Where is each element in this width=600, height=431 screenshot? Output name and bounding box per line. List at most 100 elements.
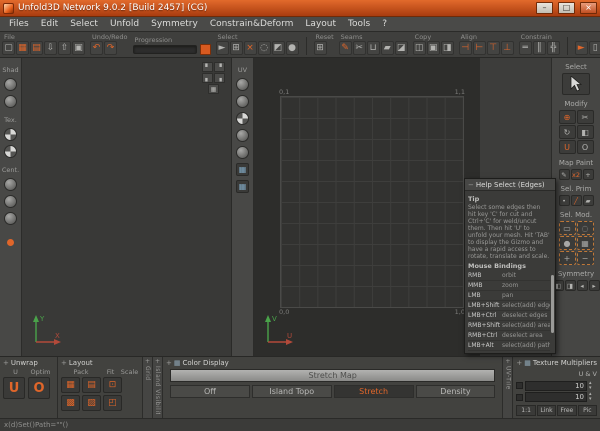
cut-tool-icon[interactable]: ✂	[577, 110, 594, 124]
center-world-icon[interactable]	[4, 212, 17, 225]
align-bottom-icon[interactable]: ⊥	[501, 41, 514, 55]
seam-weld-icon[interactable]: ⊔	[367, 41, 380, 55]
stepper-down-icon[interactable]: ▾	[589, 397, 597, 402]
optimize-button[interactable]: O	[28, 377, 50, 399]
uv-flat-icon[interactable]	[236, 95, 249, 108]
uv-islands-icon[interactable]	[236, 129, 249, 142]
import-mesh-icon[interactable]: ⇩	[44, 41, 57, 55]
dock-left-icon[interactable]: ▯	[589, 41, 600, 55]
fit-islands-icon[interactable]: ⊡	[103, 377, 122, 393]
seam-pencil-icon[interactable]: ✎	[339, 41, 352, 55]
paste-uv-icon[interactable]: ▣	[427, 41, 440, 55]
pic-button[interactable]: Pic	[578, 405, 597, 416]
unfold-tool-icon[interactable]: U	[559, 140, 576, 154]
menu-item[interactable]: Unfold	[104, 18, 145, 30]
shading-smooth-icon[interactable]	[4, 78, 17, 91]
help-scrollbar[interactable]	[551, 275, 554, 333]
unwrap-collapse-icon[interactable]: +	[3, 359, 9, 367]
stepper-down-icon[interactable]: ▾	[589, 386, 597, 391]
v-multiplier-value[interactable]: 10	[525, 392, 587, 402]
rotate-tool-icon[interactable]: ↻	[559, 125, 576, 139]
align-top-icon[interactable]: ⊤	[487, 41, 500, 55]
menu-item[interactable]: Layout	[299, 18, 342, 30]
pack-tile-icon[interactable]: ▨	[82, 395, 101, 411]
pack-group-icon[interactable]: ▩	[61, 395, 80, 411]
strip-expand-icon[interactable]: +	[145, 358, 150, 365]
reset-uv-icon[interactable]: ⊞	[314, 41, 327, 55]
symmetry-right-icon[interactable]: ▸	[589, 280, 600, 291]
minimize-button[interactable]: –	[536, 2, 553, 14]
strip-expand-icon[interactable]: +	[155, 358, 160, 365]
layout-header[interactable]: + Layout	[61, 358, 139, 368]
save-file-icon[interactable]: ▤	[30, 41, 43, 55]
apply-arrow-icon[interactable]: ►	[575, 41, 588, 55]
u-multiplier-value[interactable]: 10	[525, 381, 587, 391]
close-button[interactable]: ×	[580, 2, 597, 14]
center-pivot-icon[interactable]	[4, 178, 17, 191]
texture-multipliers-collapse-icon[interactable]: +	[516, 359, 522, 367]
redo-icon[interactable]: ↷	[104, 41, 117, 55]
uv-shading-icon[interactable]	[236, 78, 249, 91]
pack-quality-icon[interactable]: ▤	[82, 377, 101, 393]
symmetry-v-icon[interactable]: ◨	[565, 280, 576, 291]
seam-brush-icon[interactable]: ▰	[381, 41, 394, 55]
symmetry-left-icon[interactable]: ◂	[577, 280, 588, 291]
uv-pins-icon[interactable]	[236, 146, 249, 159]
map-add-icon[interactable]: +	[583, 169, 594, 180]
select-lasso-icon[interactable]: ◌	[258, 41, 271, 55]
select-pointer-icon[interactable]: ►	[216, 41, 229, 55]
constrain-horizontal-icon[interactable]: ═	[519, 41, 532, 55]
uv-checker-icon[interactable]	[236, 112, 249, 125]
color-display-collapse-icon[interactable]: +	[166, 359, 172, 367]
unfold-button[interactable]: U	[3, 377, 25, 399]
optimize-tool-icon[interactable]: O	[577, 140, 594, 154]
copy-uv-icon[interactable]: ◫	[413, 41, 426, 55]
menu-item[interactable]: Select	[64, 18, 104, 30]
paint-brush-icon[interactable]: ✎	[559, 169, 570, 180]
maximize-button[interactable]: □	[558, 2, 575, 14]
grid-strip[interactable]: + Grid	[143, 357, 153, 418]
viewport-3d[interactable]: ▘▝▖▗▦ Y X	[22, 58, 232, 356]
deselect-all-icon[interactable]: ×	[244, 41, 257, 55]
unwrap-header[interactable]: + Unwrap	[3, 358, 54, 368]
menu-item[interactable]: Tools	[342, 18, 376, 30]
pane-max-icon[interactable]: ▦	[208, 84, 219, 94]
menu-item[interactable]: Files	[3, 18, 35, 30]
pane-split-v-icon[interactable]: ▝	[214, 62, 225, 72]
v-multiplier-stepper[interactable]: ▴ ▾	[589, 392, 597, 402]
marquee-grow-icon[interactable]: +	[559, 251, 576, 265]
pane-quad-icon[interactable]: ▗	[214, 73, 225, 83]
uv-grid-icon[interactable]: ▦	[236, 163, 249, 176]
seam-cut-icon[interactable]: ✂	[353, 41, 366, 55]
mode-island-topo-button[interactable]: Island Topo	[252, 385, 332, 398]
mode-stretch-button[interactable]: Stretch	[334, 385, 414, 398]
uv-snap-icon[interactable]: ▦	[236, 180, 249, 193]
texture-multipliers-header[interactable]: + ▦ Texture Multipliers	[516, 358, 597, 368]
select-cursor-tool[interactable]	[562, 73, 590, 95]
export-mesh-icon[interactable]: ⇧	[58, 41, 71, 55]
menu-item[interactable]: Constrain&Deform	[204, 18, 300, 30]
uv-tile-strip[interactable]: + UV-Tile	[503, 357, 513, 418]
snapshot-icon[interactable]: ▣	[72, 41, 85, 55]
mode-off-button[interactable]: Off	[170, 385, 250, 398]
marquee-fill-icon[interactable]: ▦	[577, 236, 594, 250]
ratio-button[interactable]: 1:1	[516, 405, 535, 416]
constrain-vertical-icon[interactable]: ║	[533, 41, 546, 55]
mode-density-button[interactable]: Density	[416, 385, 496, 398]
align-left-icon[interactable]: ⊣	[459, 41, 472, 55]
select-plus-icon[interactable]: ⊞	[230, 41, 243, 55]
color-display-header[interactable]: + ▦ Color Display	[166, 358, 499, 368]
menu-item[interactable]: Edit	[35, 18, 64, 30]
pane-single-icon[interactable]: ▘	[202, 62, 213, 72]
select-polygons-icon[interactable]: ▰	[583, 195, 594, 206]
marquee-rect-icon[interactable]: ▭	[559, 221, 576, 235]
menu-item[interactable]: Symmetry	[145, 18, 204, 30]
pack-islands-icon[interactable]: ▦	[61, 377, 80, 393]
free-button[interactable]: Free	[557, 405, 576, 416]
seam-eraser-icon[interactable]: ◪	[395, 41, 408, 55]
uv-tile-expand-icon[interactable]: +	[505, 358, 510, 365]
open-file-icon[interactable]: ▦	[16, 41, 29, 55]
help-collapse-button[interactable]: −	[468, 181, 474, 189]
map-x2-icon[interactable]: x2	[571, 169, 582, 180]
marquee-shrink-icon[interactable]: −	[577, 251, 594, 265]
